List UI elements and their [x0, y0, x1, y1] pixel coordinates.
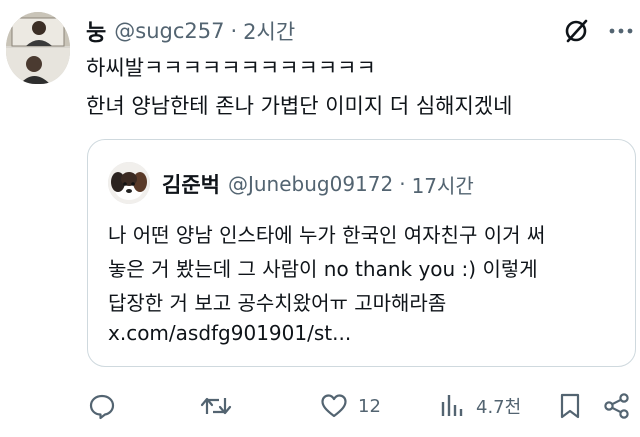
- repost-button[interactable]: [200, 388, 232, 424]
- like-button[interactable]: 12: [320, 388, 381, 424]
- author-name[interactable]: 눙: [86, 15, 106, 47]
- reply-button[interactable]: [88, 388, 116, 424]
- post-text-line: 하씨발ㅋㅋㅋㅋㅋㅋㅋㅋㅋㅋㅋㅋ: [86, 56, 376, 80]
- separator-dot: ·: [230, 19, 238, 43]
- more-options-icon[interactable]: [606, 16, 636, 46]
- avatar[interactable]: [6, 12, 70, 84]
- quoted-author-name[interactable]: 김준벅: [162, 169, 220, 199]
- like-count: 12: [358, 395, 381, 417]
- repost-icon: [200, 397, 232, 415]
- quoted-text-line: 놓은 거 봤는데 그 사람이 no thank you :) 이렇게: [108, 257, 538, 281]
- views-count: 4.7천: [476, 397, 522, 418]
- views-button[interactable]: 4.7천: [438, 388, 521, 424]
- quoted-avatar[interactable]: [108, 162, 150, 204]
- bookmark-icon: [560, 393, 580, 419]
- post-text-line: 한녀 양남한테 존나 가볍단 이미지 더 심해지겠네: [86, 94, 513, 118]
- quoted-text-line: 답장한 거 보고 공수치왔어ㅠ 고마해라좀: [108, 291, 447, 315]
- post-time[interactable]: 2시간: [243, 16, 295, 46]
- quoted-link[interactable]: x.com/asdfg901901/st...: [108, 321, 351, 345]
- share-icon: [604, 393, 629, 419]
- bookmark-button[interactable]: [558, 388, 582, 424]
- reply-icon: [89, 394, 115, 420]
- quoted-author-handle[interactable]: @Junebug09172: [228, 172, 393, 196]
- separator-dot: ·: [399, 172, 406, 196]
- author-handle[interactable]: @sugc257: [114, 19, 224, 43]
- post-header: 눙 @sugc257 · 2시간: [86, 14, 295, 48]
- grok-icon[interactable]: [561, 16, 591, 46]
- share-button[interactable]: [602, 388, 632, 424]
- action-bar: 12 4.7천: [0, 388, 640, 424]
- tweet: 눙 @sugc257 · 2시간 하씨발ㅋㅋㅋㅋㅋㅋㅋㅋㅋㅋㅋㅋ 한녀 양남한테…: [0, 0, 640, 437]
- heart-icon: [321, 394, 347, 418]
- quoted-time[interactable]: 17시간: [412, 170, 474, 199]
- quoted-text-line: 나 어떤 양남 인스타에 누가 한국인 여자친구 이거 써: [108, 223, 546, 247]
- quoted-header: 김준벅 @Junebug09172 · 17시간: [162, 168, 474, 200]
- quoted-post[interactable]: 김준벅 @Junebug09172 · 17시간 나 어떤 양남 인스타에 누가…: [87, 139, 636, 367]
- analytics-icon: [441, 395, 463, 416]
